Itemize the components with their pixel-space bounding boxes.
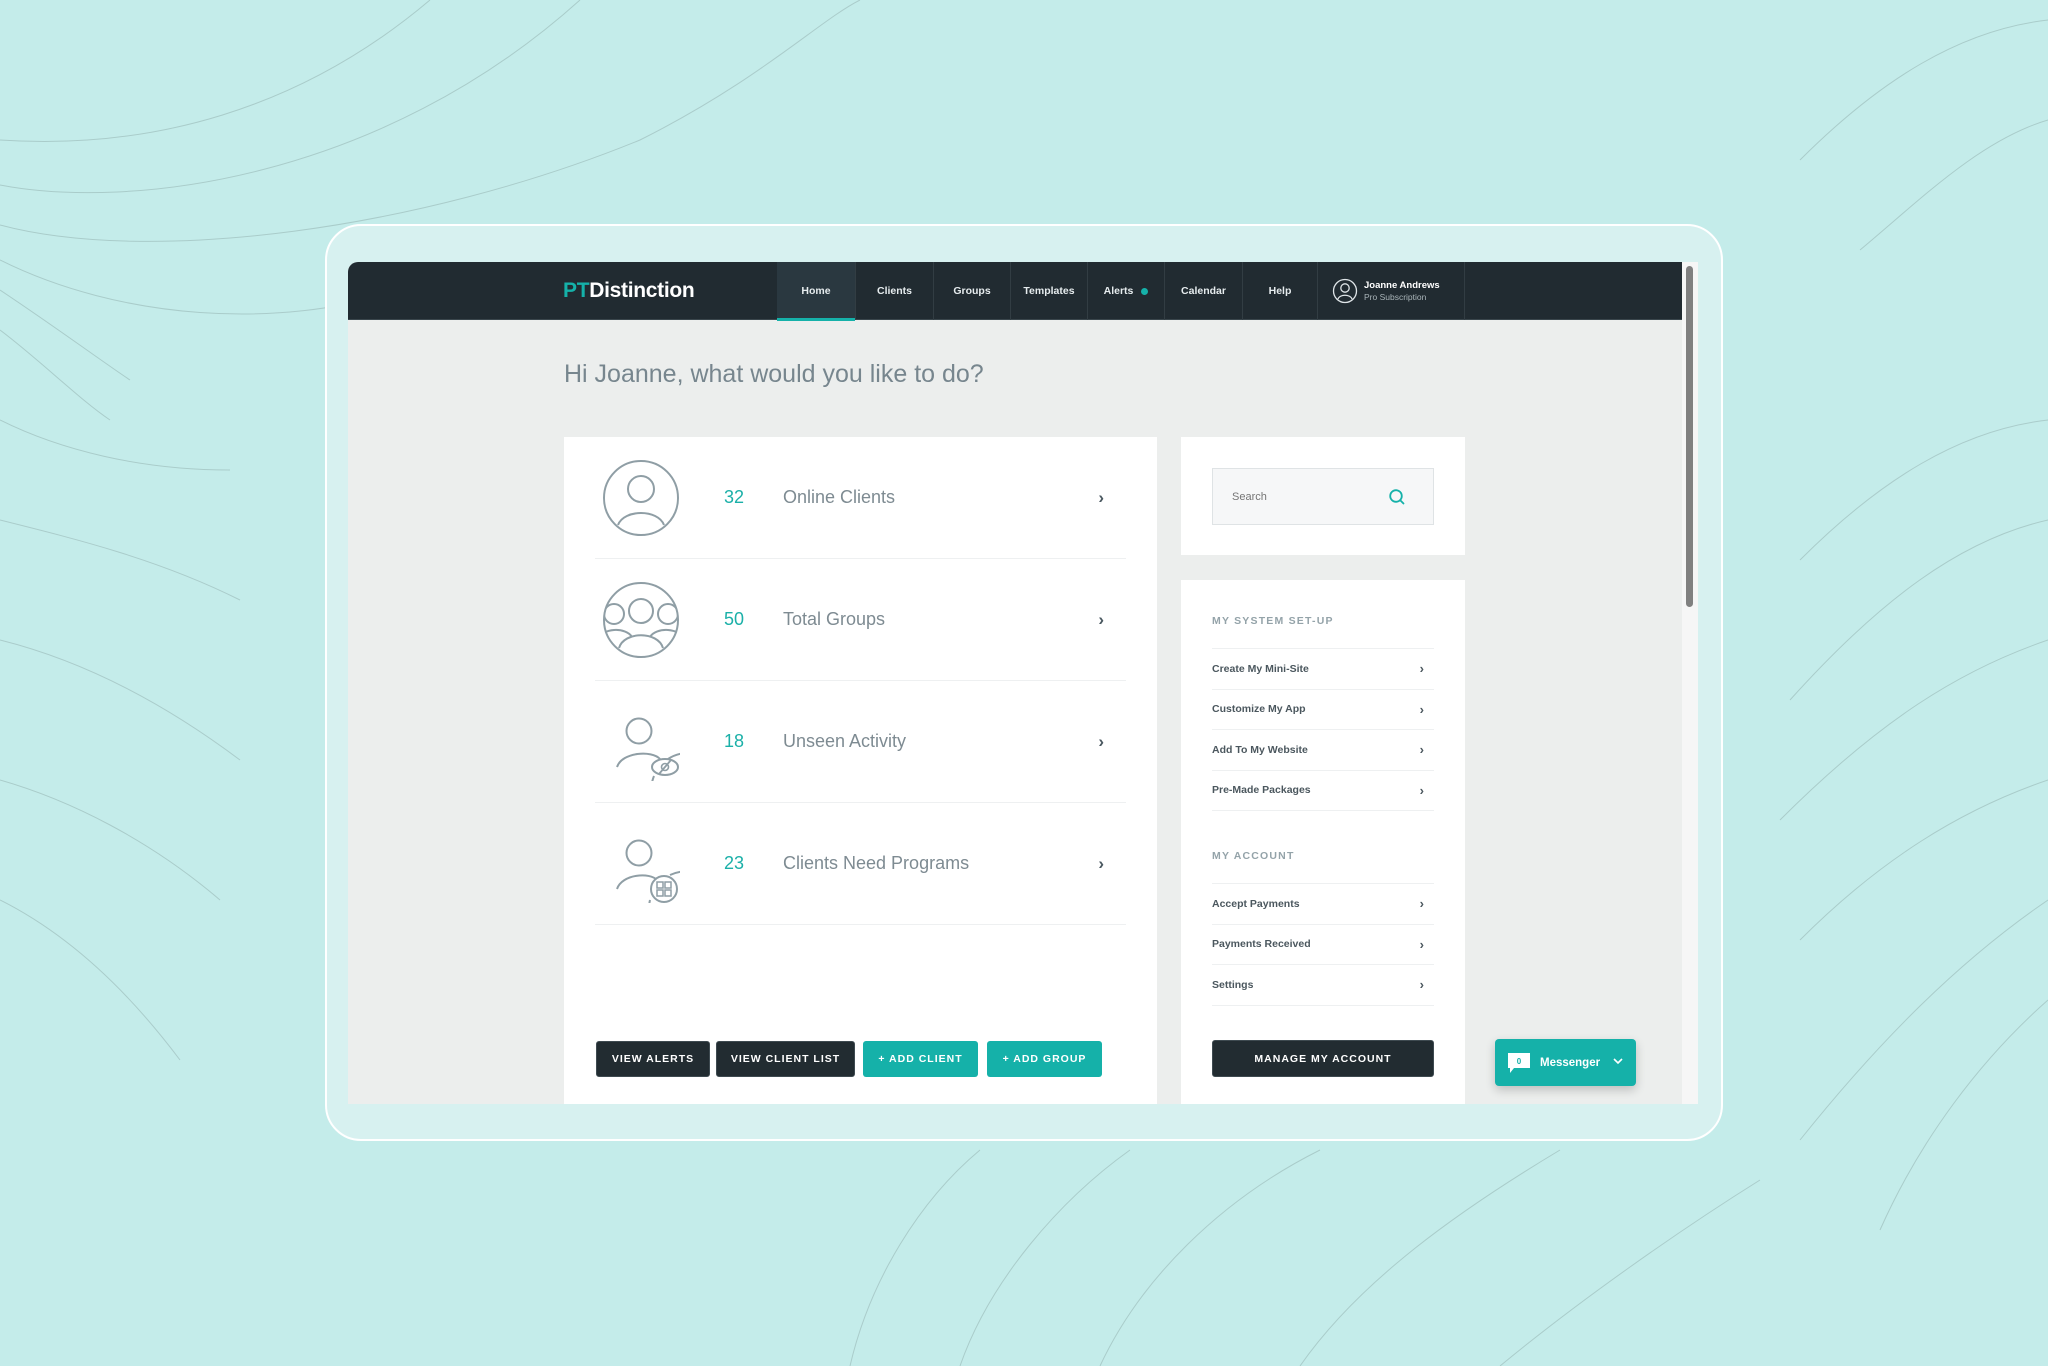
user-circle-icon <box>603 459 679 536</box>
menu-item-create-mini-site[interactable]: Create My Mini-Site › <box>1212 649 1434 690</box>
logo-prefix: PT <box>563 279 590 302</box>
nav-clients[interactable]: Clients <box>856 262 934 320</box>
search-icon[interactable] <box>1388 488 1406 506</box>
nav-home[interactable]: Home <box>777 262 856 321</box>
scrollbar-thumb[interactable] <box>1686 266 1693 607</box>
nav-calendar[interactable]: Calendar <box>1165 262 1243 320</box>
logo[interactable]: PTDistinction <box>563 279 695 303</box>
logo-suffix: Distinction <box>589 279 695 302</box>
menu-item-accept-payments[interactable]: Accept Payments › <box>1212 884 1434 925</box>
stat-count: 18 <box>724 731 745 751</box>
view-client-list-button[interactable]: VIEW CLIENT LIST <box>716 1041 855 1077</box>
chevron-right-icon: › <box>1098 731 1104 751</box>
stat-row-online-clients[interactable]: 32 Online Clients › <box>595 437 1126 559</box>
user-info: Joanne Andrews Pro Subscription <box>1364 280 1440 303</box>
chevron-down-icon[interactable] <box>1612 1055 1624 1067</box>
stat-label: Online Clients <box>783 487 896 507</box>
nav-templates[interactable]: Templates <box>1011 262 1088 320</box>
nav-help[interactable]: Help <box>1243 262 1318 320</box>
nav-label: Groups <box>953 285 991 297</box>
sidebar-menu-card: MY SYSTEM SET-UP Create My Mini-Site › Cu… <box>1181 580 1465 1104</box>
menu-item-settings[interactable]: Settings › <box>1212 965 1434 1006</box>
menu-item-payments-received[interactable]: Payments Received › <box>1212 925 1434 965</box>
main-nav: Home Clients Groups Templates Alerts Cal… <box>777 262 1465 321</box>
menu-item-customize-app[interactable]: Customize My App › <box>1212 690 1434 730</box>
search-input[interactable] <box>1232 490 1382 503</box>
stat-label: Unseen Activity <box>783 731 907 751</box>
view-alerts-button[interactable]: VIEW ALERTS <box>596 1041 710 1077</box>
menu-label: Create My Mini-Site <box>1212 662 1309 675</box>
page-greeting: Hi Joanne, what would you like to do? <box>564 360 984 388</box>
menu-label: Payments Received <box>1212 938 1311 951</box>
alert-indicator-dot <box>1141 287 1149 295</box>
menu-item-add-to-website[interactable]: Add To My Website › <box>1212 730 1434 771</box>
nav-label: Home <box>801 285 831 297</box>
chevron-right-icon: › <box>1419 661 1424 677</box>
menu-item-pre-made-packages[interactable]: Pre-Made Packages › <box>1212 771 1434 811</box>
system-setup-list: Create My Mini-Site › Customize My App › A… <box>1212 648 1434 811</box>
top-navbar: PTDistinction Home Clients Groups Templa… <box>348 262 1682 321</box>
stats-card: 32 Online Clients › 50 Total Groups › 18… <box>564 437 1157 1104</box>
section-title-my-account: MY ACCOUNT <box>1212 850 1295 862</box>
stat-row-unseen-activity[interactable]: 18 Unseen Activity › <box>595 681 1126 803</box>
search-card <box>1181 437 1465 555</box>
messenger-label: Messenger <box>1540 1056 1601 1069</box>
chat-bubble-icon: 0 <box>1508 1052 1530 1073</box>
stat-label: Total Groups <box>783 609 886 629</box>
menu-label: Add To My Website <box>1212 743 1308 756</box>
user-menu[interactable]: Joanne Andrews Pro Subscription <box>1318 262 1465 320</box>
nav-label: Templates <box>1023 285 1075 297</box>
chevron-right-icon: › <box>1098 609 1104 629</box>
stat-row-clients-need-programs[interactable]: 23 Clients Need Programs › <box>595 803 1126 925</box>
user-avatar-icon <box>1332 278 1358 304</box>
user-unseen-icon <box>616 717 680 781</box>
stat-row-total-groups[interactable]: 50 Total Groups › <box>595 559 1126 681</box>
menu-label: Settings <box>1212 978 1254 991</box>
user-programs-icon <box>616 839 680 903</box>
nav-label: Alerts <box>1103 285 1134 297</box>
menu-label: Customize My App <box>1212 703 1306 716</box>
menu-label: Accept Payments <box>1212 897 1300 910</box>
user-name: Joanne Andrews <box>1364 279 1440 291</box>
stat-count: 23 <box>724 853 745 873</box>
group-circle-icon <box>603 581 679 658</box>
chevron-right-icon: › <box>1419 896 1424 912</box>
app-window: PTDistinction Home Clients Groups Templa… <box>348 262 1698 1104</box>
chevron-right-icon: › <box>1419 936 1424 952</box>
chevron-right-icon: › <box>1098 487 1104 507</box>
section-title-system-setup: MY SYSTEM SET-UP <box>1212 615 1334 627</box>
manage-account-button[interactable]: MANAGE MY ACCOUNT <box>1212 1040 1434 1077</box>
add-group-button[interactable]: + ADD GROUP <box>987 1041 1102 1077</box>
add-client-button[interactable]: + ADD CLIENT <box>863 1041 978 1077</box>
stat-label: Clients Need Programs <box>783 853 970 873</box>
search-field[interactable] <box>1212 468 1434 525</box>
messenger-badge: 0 <box>1517 1057 1522 1066</box>
user-subscription: Pro Subscription <box>1364 291 1427 302</box>
chevron-right-icon: › <box>1098 853 1104 873</box>
chevron-right-icon: › <box>1419 782 1424 798</box>
chevron-right-icon: › <box>1419 977 1424 993</box>
nav-label: Help <box>1268 285 1292 297</box>
account-list: Accept Payments › Payments Received › Sett… <box>1212 883 1434 1006</box>
chevron-right-icon: › <box>1419 742 1424 758</box>
menu-label: Pre-Made Packages <box>1212 784 1311 797</box>
nav-groups[interactable]: Groups <box>934 262 1011 320</box>
nav-label: Clients <box>876 285 912 297</box>
chevron-right-icon: › <box>1419 701 1424 717</box>
stat-count: 50 <box>724 609 745 629</box>
nav-label: Calendar <box>1181 285 1226 297</box>
messenger-widget[interactable]: 0 Messenger <box>1495 1039 1636 1086</box>
nav-alerts[interactable]: Alerts <box>1088 262 1165 320</box>
stat-count: 32 <box>724 487 745 507</box>
